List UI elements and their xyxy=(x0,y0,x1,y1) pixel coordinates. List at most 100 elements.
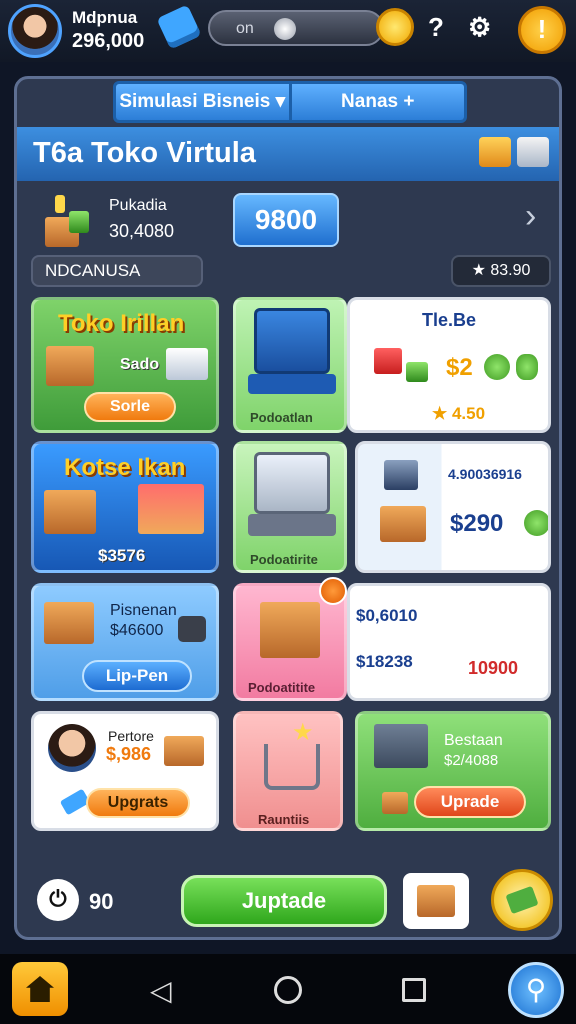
shop-box-icon xyxy=(44,602,94,644)
toggle-label: on xyxy=(236,20,254,37)
card-computer-2[interactable]: Podoatirite xyxy=(233,441,347,573)
upgrade-button[interactable]: Upgrats xyxy=(86,788,190,818)
player-avatar[interactable] xyxy=(8,4,62,58)
cash-icon[interactable] xyxy=(491,869,553,931)
card-label: Podoatitite xyxy=(248,680,316,695)
mode-toggle[interactable]: on xyxy=(208,10,384,46)
stat-price: $290 xyxy=(450,510,504,537)
store-name: Pukadia xyxy=(109,197,167,214)
store-rating-badge: ★ 83.90 xyxy=(451,255,551,287)
monitor-icon xyxy=(254,452,330,514)
shop-building-icon xyxy=(374,724,428,768)
card-bestaan[interactable]: Bestaan $2/4088 Uprade xyxy=(355,711,551,831)
tab-nanas[interactable]: Nanas + xyxy=(291,84,464,120)
store-building-icon xyxy=(39,193,97,249)
main-panel: Simulasi Bisneis ▾ Nanas + T6a Toko Virt… xyxy=(14,76,562,940)
settings-gear-icon[interactable]: ⚙ xyxy=(468,12,491,43)
store-category-label: NDCANUSA xyxy=(31,255,203,287)
coin-gear-icon[interactable] xyxy=(376,8,414,46)
badge-icon xyxy=(319,577,347,605)
sale-amount-c: 10900 xyxy=(468,658,519,678)
safe-icon xyxy=(178,616,206,642)
tab-bar: Simulasi Bisneis ▾ Nanas + xyxy=(113,81,467,123)
upgrade-main-button[interactable]: Juptade xyxy=(181,875,387,927)
timer-value: 90 xyxy=(89,889,114,914)
sale-amount-b: $18238 xyxy=(356,652,413,671)
stat-code: 4.90036916 xyxy=(448,466,522,482)
green-box-icon xyxy=(406,362,428,382)
market-tent-icon[interactable] xyxy=(517,137,549,167)
recents-icon[interactable] xyxy=(402,978,426,1002)
card-stats[interactable]: 4.90036916 $290 xyxy=(355,441,551,573)
inventory-box-button[interactable] xyxy=(403,873,469,929)
power-button[interactable]: ! xyxy=(518,6,566,54)
title-bar: T6a Toko Virtula xyxy=(17,127,559,181)
star-icon: ★ xyxy=(292,719,314,746)
rating-text: ★ 4.50 xyxy=(432,404,486,423)
tab-simulasi-bisnis[interactable]: Simulasi Bisneis ▾ xyxy=(116,84,292,120)
profile-icon[interactable]: ⚲ xyxy=(508,962,564,1018)
card-value: $46600 xyxy=(110,622,164,639)
shop-box-icon xyxy=(260,602,320,658)
card-title: Kotse Ikan xyxy=(64,454,186,481)
card-toko-irillan[interactable]: Toko Irillan Sado Sorle xyxy=(31,297,219,433)
top-bar: Mdpnua 296,000 on ? ⚙ ! xyxy=(0,0,576,62)
card-sales[interactable]: $0,6010 $18238 10900 xyxy=(347,583,551,701)
back-icon[interactable]: ◁ xyxy=(150,974,172,1007)
open-button[interactable]: Lip-Pen xyxy=(82,660,192,692)
shop-box-icon xyxy=(44,490,96,534)
page-title: T6a Toko Virtula xyxy=(33,137,256,169)
sale-amount-a: $0,6010 xyxy=(356,606,418,625)
manager-avatar xyxy=(48,724,96,772)
gear-icon xyxy=(524,510,548,536)
card-title: Tle.Be xyxy=(422,310,477,330)
shop-box-icon xyxy=(46,346,94,386)
card-tle[interactable]: Tle.Be $2 ★ 4.50 xyxy=(347,297,551,433)
sell-button[interactable]: Sorle xyxy=(84,392,176,422)
box-icon xyxy=(382,792,408,814)
red-stall-icon xyxy=(374,348,402,374)
help-button[interactable]: ? xyxy=(428,12,444,43)
card-label: Podoatirite xyxy=(250,552,318,567)
card-value: $,986 xyxy=(106,744,152,764)
bottom-controls: ⏻ 90 Juptade xyxy=(17,859,565,943)
upgrade-button[interactable]: Uprade xyxy=(414,786,526,818)
home-icon[interactable] xyxy=(12,962,68,1016)
leaf-icon xyxy=(516,354,538,380)
shopping-cart-icon xyxy=(264,744,320,790)
box-icon xyxy=(164,736,204,766)
timer-icon[interactable]: ⏻ xyxy=(37,879,79,921)
home-circle-icon[interactable] xyxy=(274,976,302,1004)
market-stall-icon xyxy=(138,484,204,534)
card-pertore[interactable]: Pertore $,986 Upgrats xyxy=(31,711,219,831)
title-icons xyxy=(479,137,549,167)
card-cart[interactable]: ★ Rauntiis xyxy=(233,711,343,831)
card-title: Pertore xyxy=(108,728,154,744)
player-money: 296,000 xyxy=(72,30,145,52)
computer-icon xyxy=(254,308,330,374)
shop-stall-icon xyxy=(166,348,208,380)
card-title: Bestaan xyxy=(444,732,503,749)
card-computer-1[interactable]: Podoatlan xyxy=(233,297,347,433)
system-navbar: ◁ ⚲ xyxy=(0,954,576,1024)
store-score-button[interactable]: 9800 xyxy=(233,193,339,247)
card-value: $2/4088 xyxy=(444,752,499,769)
box-icon xyxy=(380,506,426,542)
card-sub: Sado xyxy=(120,356,160,373)
store-value: 30,4080 xyxy=(109,221,175,241)
crate-icon xyxy=(384,460,418,490)
chevron-right-icon[interactable]: › xyxy=(525,197,536,236)
shop-stall-icon[interactable] xyxy=(479,137,511,167)
price-text: $2 xyxy=(446,354,473,381)
card-title: Pisnenan xyxy=(110,602,177,619)
player-name: Mdpnua xyxy=(72,8,138,27)
toggle-knob[interactable] xyxy=(274,18,296,40)
card-label: Podoatlan xyxy=(250,410,313,425)
card-value: $3576 xyxy=(98,546,146,565)
card-pisnenan[interactable]: Pisnenan $46600 Lip-Pen xyxy=(31,583,219,701)
tag-icon[interactable] xyxy=(156,4,202,50)
gear-icon xyxy=(484,354,510,380)
card-title: Toko Irillan xyxy=(58,310,185,337)
card-kotse-ikan[interactable]: Kotse Ikan $3576 xyxy=(31,441,219,573)
card-label: Rauntiis xyxy=(258,812,310,827)
